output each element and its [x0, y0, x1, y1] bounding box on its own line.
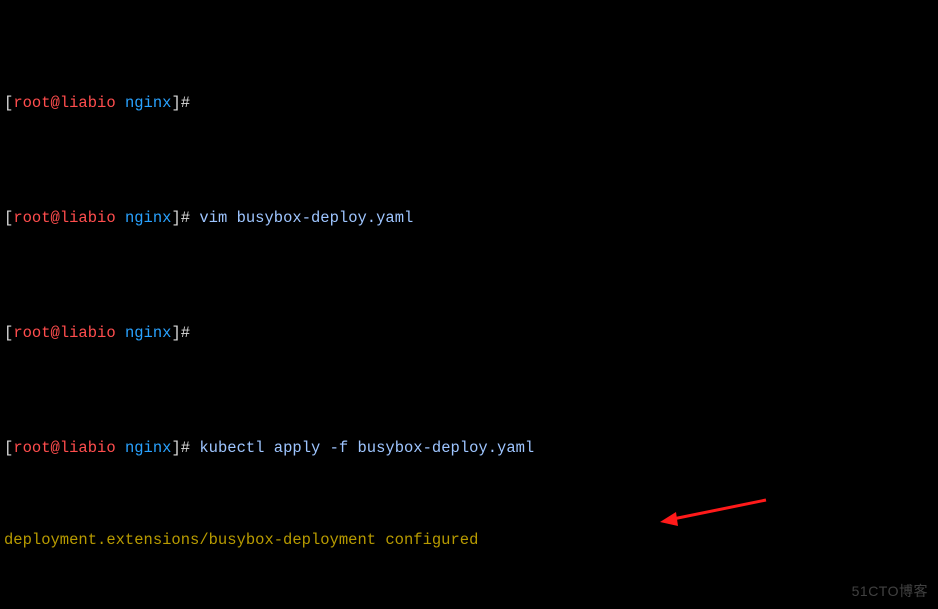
watermark-text: 51CTO博客	[852, 580, 928, 603]
prompt-dir: nginx	[125, 324, 172, 342]
cmd-apply: kubectl apply -f busybox-deploy.yaml	[199, 439, 534, 457]
prompt-dir: nginx	[125, 94, 172, 112]
prompt-line: [root@liabio nginx]#	[4, 92, 934, 115]
prompt-dir: nginx	[125, 439, 172, 457]
prompt-user: root@liabio	[13, 439, 115, 457]
apply-output: deployment.extensions/busybox-deployment…	[4, 529, 934, 552]
prompt-user: root@liabio	[13, 209, 115, 227]
prompt-line: [root@liabio nginx]# kubectl apply -f bu…	[4, 437, 934, 460]
terminal[interactable]: [root@liabio nginx]# [root@liabio nginx]…	[0, 0, 938, 609]
prompt-user: root@liabio	[13, 324, 115, 342]
cmd-vim: vim busybox-deploy.yaml	[199, 209, 413, 227]
prompt-dir: nginx	[125, 209, 172, 227]
prompt-line: [root@liabio nginx]#	[4, 322, 934, 345]
prompt-user: root@liabio	[13, 94, 115, 112]
prompt-line: [root@liabio nginx]# vim busybox-deploy.…	[4, 207, 934, 230]
